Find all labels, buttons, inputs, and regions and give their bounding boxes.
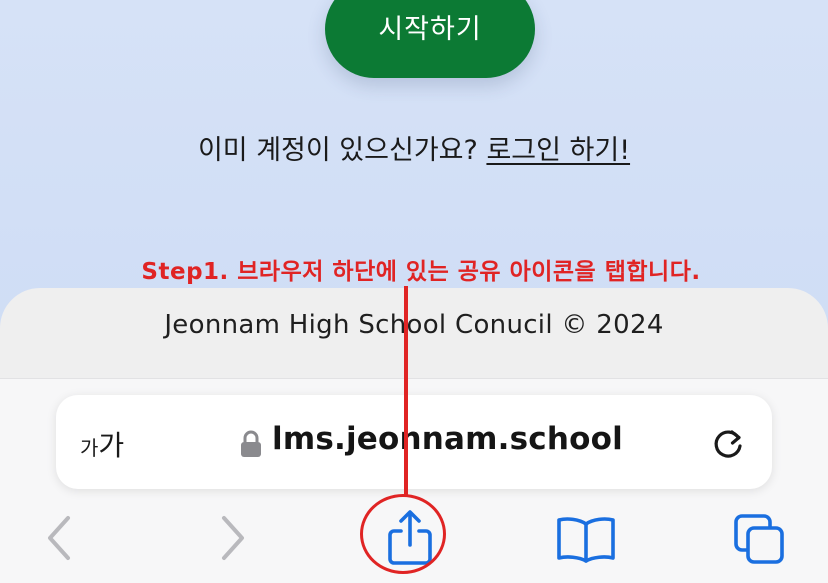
bookmarks-icon[interactable]: [555, 514, 617, 564]
back-icon[interactable]: [40, 512, 76, 564]
login-prompt-text: 이미 계정이 있으신가요?: [197, 135, 478, 166]
footer-text: Jeonnam High School Conucil © 2024: [164, 310, 664, 340]
url-text[interactable]: lms.jeonnam.school: [272, 421, 623, 457]
lock-icon: [241, 430, 261, 457]
instruction-annotation: Step1. 브라우저 하단에 있는 공유 아이콘을 탭합니다.: [141, 259, 701, 285]
text-size-large-label: 가: [98, 429, 125, 462]
login-prompt: 이미 계정이 있으신가요? 로그인 하기!: [0, 128, 828, 167]
text-size-small-label: 가: [80, 436, 99, 460]
start-button[interactable]: 시작하기: [325, 0, 535, 78]
reload-icon[interactable]: [708, 424, 748, 464]
login-link[interactable]: 로그인 하기!: [486, 135, 630, 166]
phone-screen: 시작하기 이미 계정이 있으신가요? 로그인 하기! Jeonnam High …: [0, 0, 828, 583]
annotation-highlight-circle: [360, 494, 446, 574]
text-size-button[interactable]: 가가: [80, 424, 124, 464]
start-button-label: 시작하기: [378, 14, 482, 45]
tabs-icon[interactable]: [732, 512, 788, 568]
forward-icon[interactable]: [216, 512, 252, 564]
annotation-pointer-line: [404, 286, 408, 496]
